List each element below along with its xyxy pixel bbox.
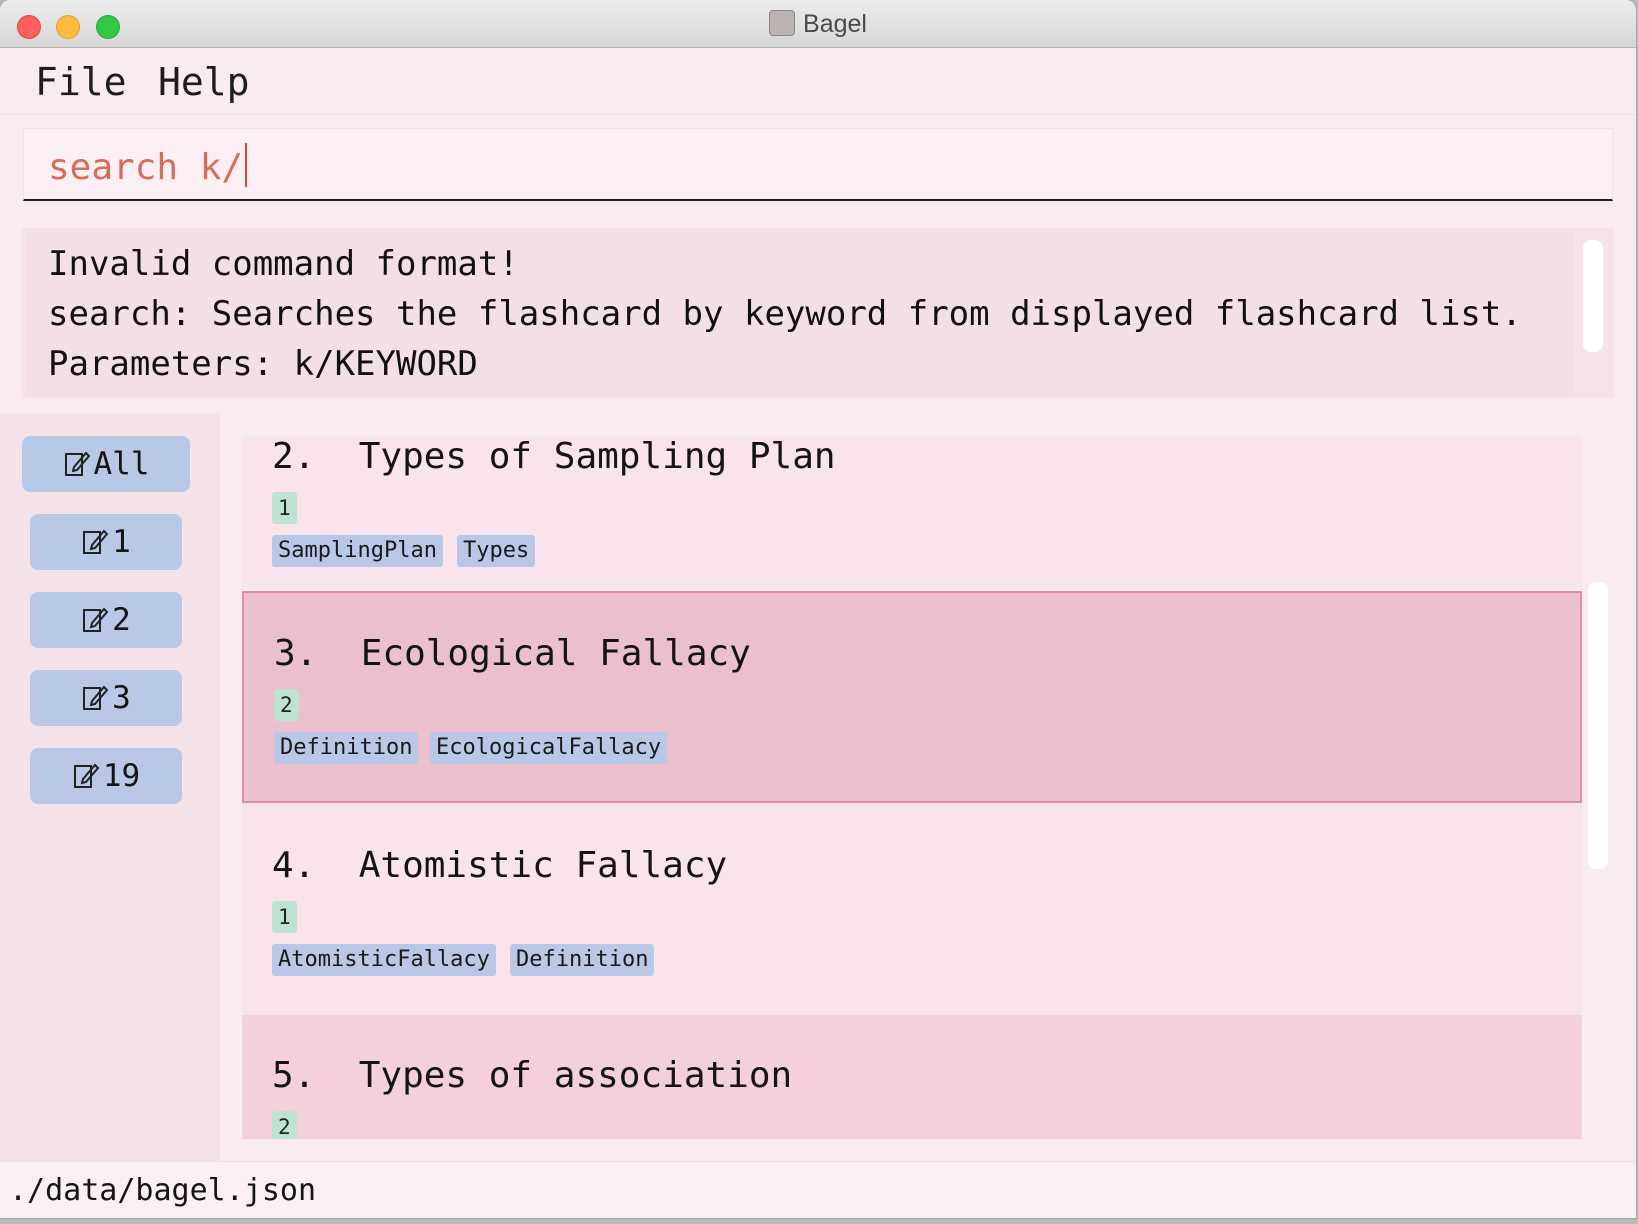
flashcard-title: 2. Types of Sampling Plan (272, 436, 836, 477)
save-file-path: ./data/bagel.json (9, 1173, 317, 1208)
flashcard-index: 2. (272, 436, 316, 477)
bagel-app-icon (769, 10, 796, 36)
flashcard-index: 4. (272, 845, 316, 886)
flashcard-tag: AtomisticFallacy (272, 944, 496, 976)
flashcard-item[interactable]: 2. Types of Sampling Plan 1 SamplingPlan… (242, 436, 1582, 588)
deck-label: 19 (102, 758, 141, 794)
app-window: Bagel File Help search k/ Invalid comman… (0, 0, 1636, 1218)
window-title: Bagel (803, 10, 867, 38)
flashcard-title: 4. Atomistic Fallacy (272, 845, 727, 886)
deck-label: 1 (112, 524, 131, 560)
result-line: search: Searches the flashcard by keywor… (48, 294, 1522, 334)
edit-icon (81, 518, 109, 574)
deck-button-2[interactable]: 2 (30, 592, 182, 648)
flashcard-tag: Definition (510, 944, 655, 976)
flashcard-item[interactable]: 5. Types of association 2 (242, 1015, 1582, 1139)
edit-icon (72, 752, 100, 808)
deck-button-19[interactable]: 19 (30, 748, 182, 804)
title-bar: Bagel (0, 0, 1636, 48)
flashcard-title: 5. Types of association (272, 1055, 792, 1096)
flashcard-question: Ecological Fallacy (360, 633, 751, 674)
menu-help[interactable]: Help (158, 60, 250, 104)
text-caret (245, 143, 248, 187)
deck-button-all[interactable]: All (22, 436, 190, 492)
flashcard-set-badge: 2 (272, 1111, 297, 1139)
window-title-area: Bagel (0, 10, 1636, 39)
result-scrollbar[interactable] (1583, 240, 1603, 352)
deck-button-3[interactable]: 3 (30, 670, 182, 726)
flashcard-tag: Definition (274, 732, 419, 764)
deck-label: 3 (112, 680, 131, 716)
command-input-text: search k/ (48, 143, 248, 188)
edit-icon (81, 596, 109, 652)
deck-label: 2 (112, 602, 131, 638)
edit-icon (81, 674, 109, 730)
flashcard-item[interactable]: 4. Atomistic Fallacy 1 AtomisticFallacy … (242, 803, 1582, 1015)
flashcard-question: Types of association (358, 1055, 793, 1096)
deck-label: All (93, 446, 150, 482)
flashcard-index: 5. (272, 1055, 316, 1096)
flashcard-index: 3. (274, 633, 318, 674)
deck-button-1[interactable]: 1 (30, 514, 182, 570)
flashcard-tag: EcologicalFallacy (430, 732, 668, 764)
flashcard-set-badge: 2 (274, 689, 299, 721)
command-input[interactable]: search k/ (23, 128, 1613, 201)
flashcard-tag: SamplingPlan (272, 535, 443, 567)
status-bar: ./data/bagel.json (0, 1161, 1636, 1218)
flashcard-set-badge: 1 (272, 901, 297, 933)
flashcard-set-badge: 1 (272, 492, 297, 524)
flashcard-item-selected[interactable]: 3. Ecological Fallacy 2 Definition Ecolo… (242, 591, 1582, 803)
menu-file[interactable]: File (35, 60, 127, 104)
flashcard-title: 3. Ecological Fallacy (274, 633, 751, 674)
flashcard-tag: Types (457, 535, 536, 567)
flashcard-question: Atomistic Fallacy (358, 845, 728, 886)
edit-icon (63, 440, 91, 496)
menu-bar: File Help (0, 48, 1636, 115)
flashcard-question: Types of Sampling Plan (358, 436, 836, 477)
result-line: Invalid command format! (48, 244, 519, 284)
flashcard-list: 2. Types of Sampling Plan 1 SamplingPlan… (242, 436, 1582, 1139)
result-line: Parameters: k/KEYWORD (48, 344, 478, 384)
result-display: Invalid command format! search: Searches… (26, 229, 1574, 397)
flashcard-list-scrollbar[interactable] (1588, 582, 1608, 869)
command-value: search k/ (48, 147, 244, 188)
